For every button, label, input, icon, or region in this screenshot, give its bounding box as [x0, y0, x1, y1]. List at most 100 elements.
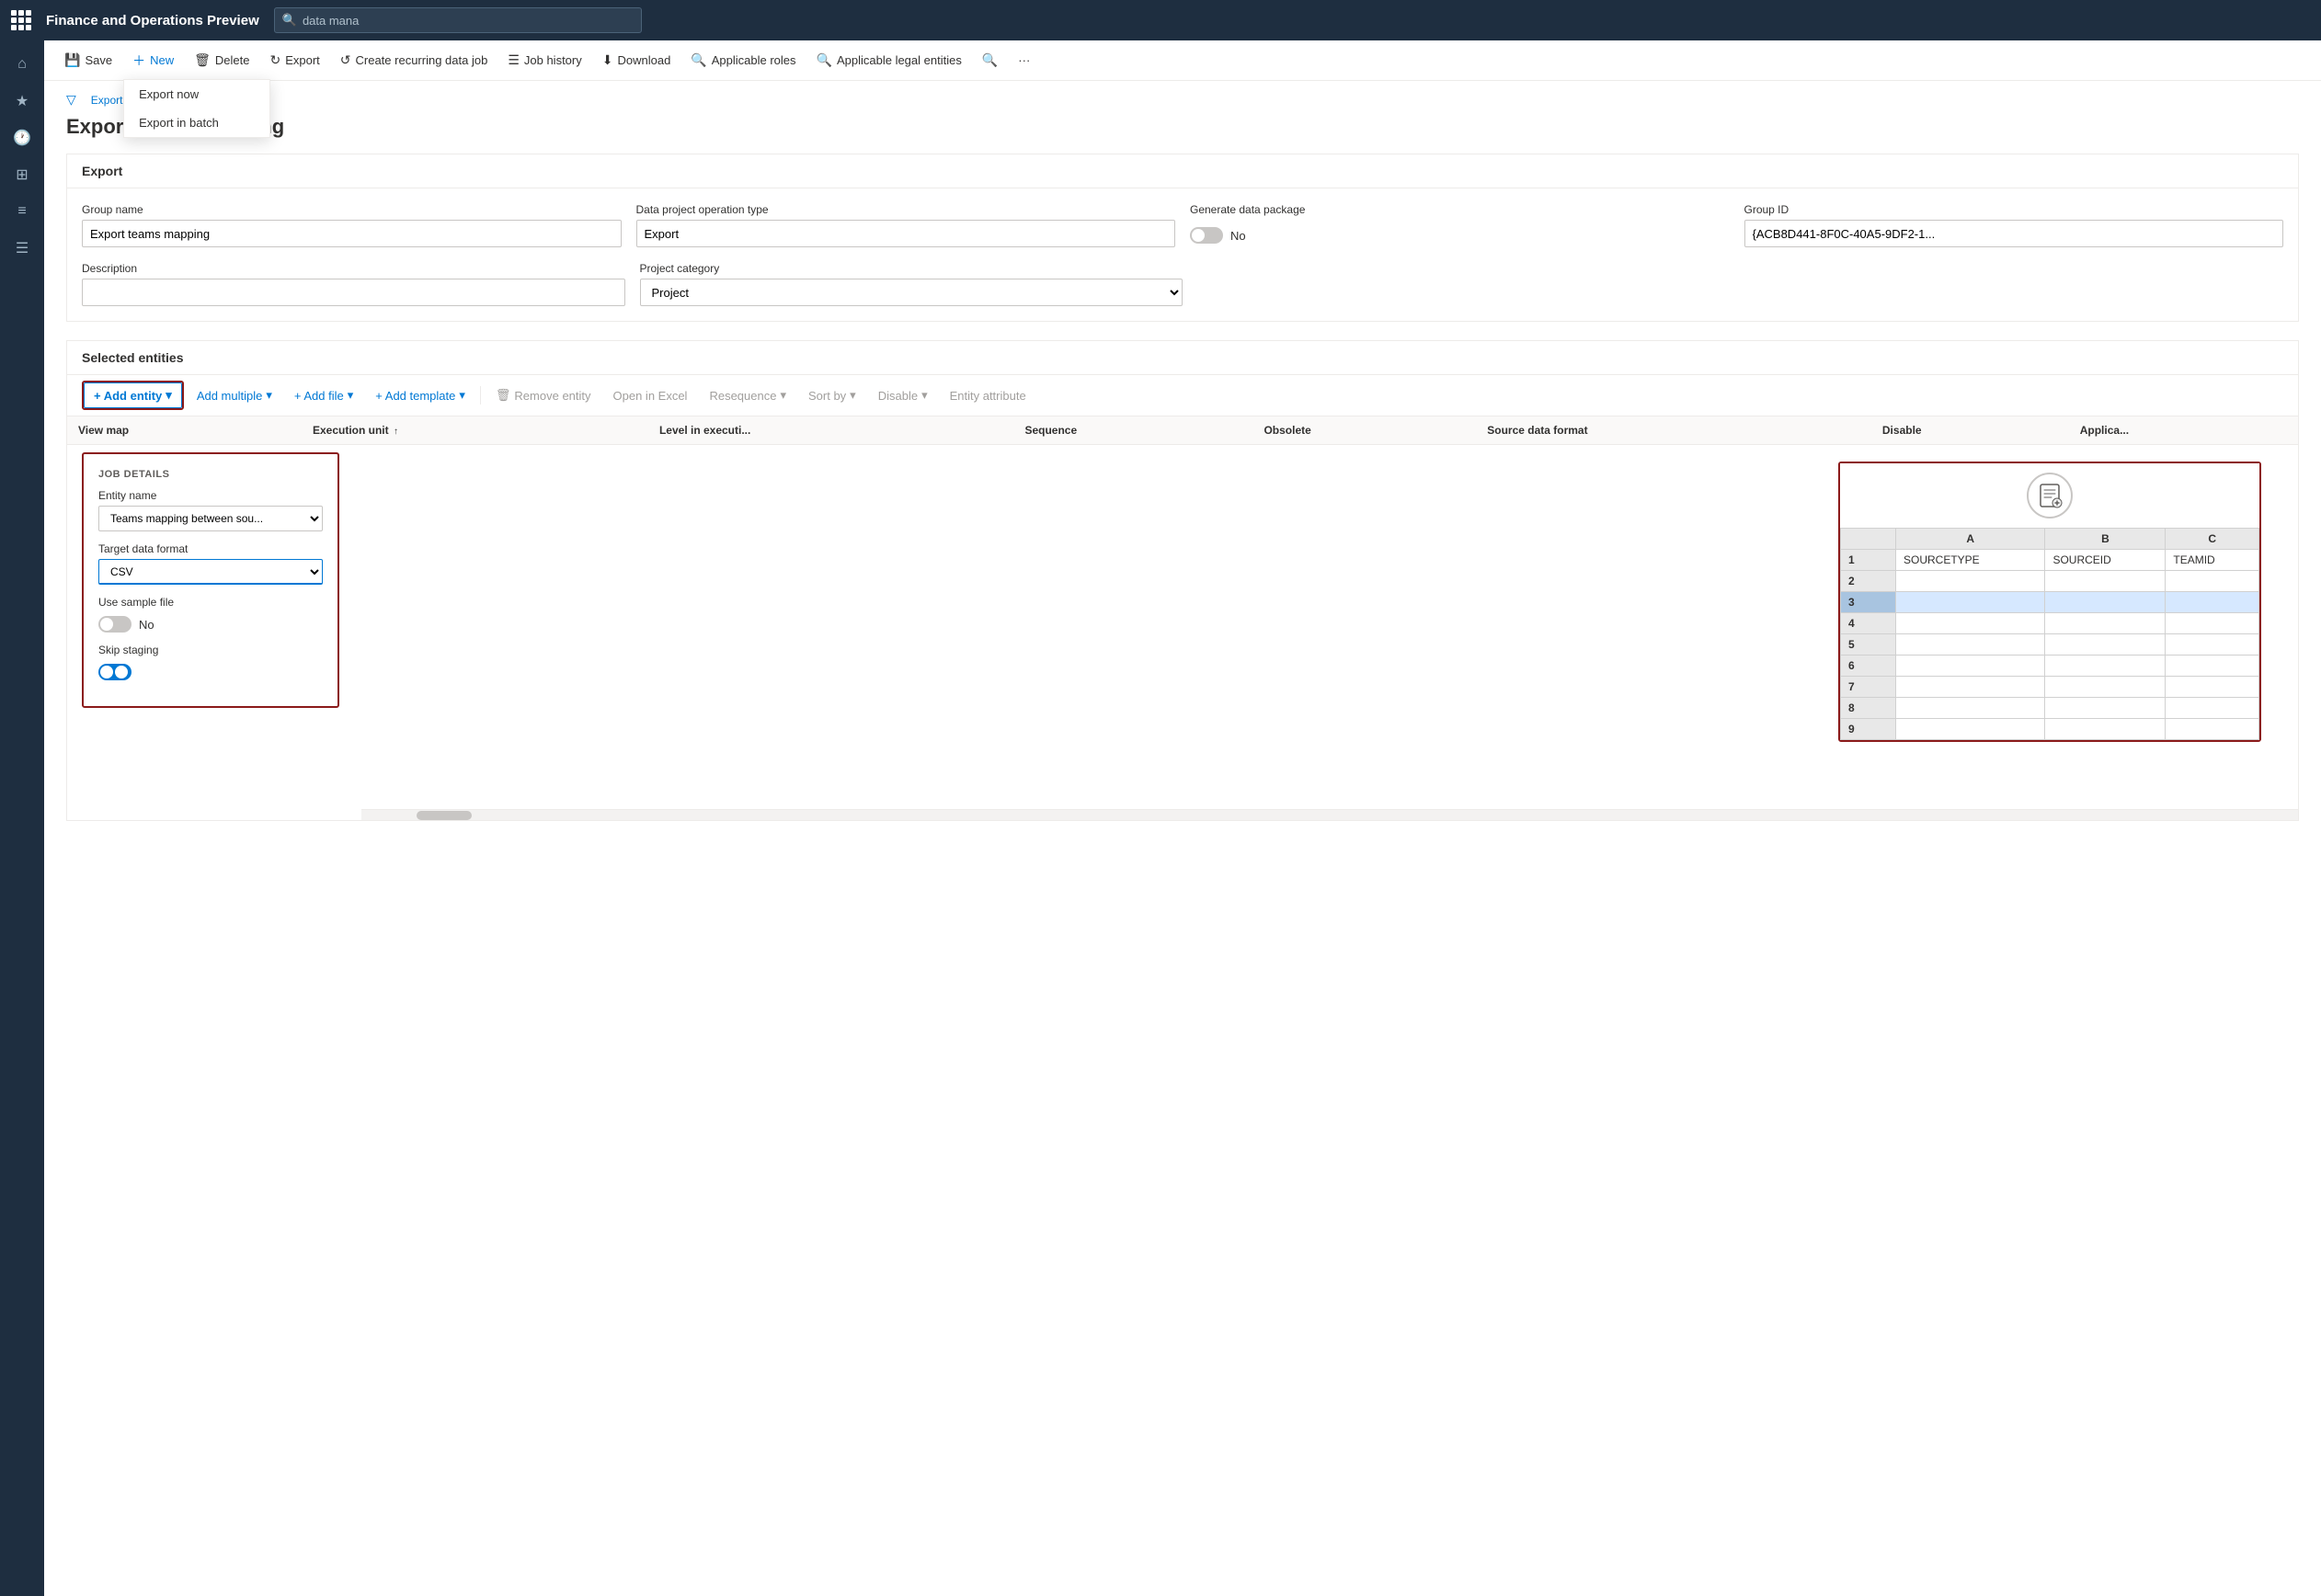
sidebar-grid-icon[interactable]: ⊞	[6, 158, 39, 191]
open-excel-button[interactable]: Open in Excel	[604, 384, 697, 407]
generate-pkg-label: Generate data package	[1190, 203, 1730, 216]
command-bar: 💾 Save ＋ New Export now Export in batch …	[44, 40, 2321, 81]
col-view-map[interactable]: View map	[67, 416, 302, 445]
download-button[interactable]: ⬇ Download	[593, 47, 680, 74]
excel-row-1: 1 SOURCETYPE SOURCEID TEAMID	[1841, 550, 2259, 571]
app-title: Finance and Operations Preview	[46, 13, 259, 28]
add-template-button[interactable]: + Add template ▾	[366, 383, 474, 407]
excel-col-a: A	[1896, 529, 2045, 550]
use-sample-toggle[interactable]	[98, 616, 131, 633]
data-project-group: Data project operation type	[636, 203, 1176, 247]
breadcrumb-export[interactable]: Export	[91, 94, 123, 107]
more-button[interactable]: ···	[1009, 48, 1039, 73]
export-button[interactable]: ↻ Export	[260, 47, 328, 74]
add-file-button[interactable]: + Add file ▾	[285, 383, 362, 407]
excel-preview: A B C 1 SOURCETYPE SOURCEID TEAMID	[1838, 462, 2261, 742]
col-sequence[interactable]: Sequence	[1013, 416, 1252, 445]
excel-cell-a4	[1896, 613, 2045, 634]
group-name-group: Group name	[82, 203, 622, 247]
description-input[interactable]	[82, 279, 625, 306]
excel-row-4: 4	[1841, 613, 2259, 634]
use-sample-group: Use sample file No	[98, 596, 323, 633]
excel-row-2: 2	[1841, 571, 2259, 592]
entity-name-select[interactable]: Teams mapping between sou...	[98, 506, 323, 531]
add-entity-button[interactable]: + Add entity ▾	[84, 382, 182, 408]
top-bar: Finance and Operations Preview 🔍 data ma…	[0, 0, 2321, 40]
group-name-input[interactable]	[82, 220, 622, 247]
sidebar-home-icon[interactable]: ⌂	[6, 48, 39, 81]
remove-entity-button[interactable]: 🗑 Remove entity	[486, 383, 600, 407]
skip-staging-toggle[interactable]	[98, 664, 131, 680]
disable-chevron-icon: ▾	[921, 388, 928, 403]
excel-cell-a3	[1896, 592, 2045, 613]
excel-file-icon	[2027, 473, 2073, 519]
applicable-legal-button[interactable]: 🔍 Applicable legal entities	[807, 47, 971, 74]
data-project-input[interactable]	[636, 220, 1176, 247]
col-level-in-execution[interactable]: Level in executi...	[648, 416, 1013, 445]
new-dropdown: Export now Export in batch	[123, 79, 270, 138]
target-format-group: Target data format CSV Excel XML	[98, 542, 323, 585]
excel-cell-b4	[2045, 613, 2166, 634]
add-entity-highlight: + Add entity ▾	[82, 381, 184, 410]
save-button[interactable]: 💾 Save	[55, 47, 121, 74]
export-in-batch-item[interactable]: Export in batch	[124, 108, 269, 137]
job-history-button[interactable]: ☰ Job history	[498, 47, 590, 74]
target-format-select[interactable]: CSV Excel XML	[98, 559, 323, 585]
excel-col-b: B	[2045, 529, 2166, 550]
col-applicable[interactable]: Applica...	[2069, 416, 2298, 445]
project-category-label: Project category	[640, 262, 1183, 275]
new-button[interactable]: ＋ New	[123, 46, 183, 75]
export-now-item[interactable]: Export now	[124, 80, 269, 108]
save-icon: 💾	[64, 52, 80, 68]
excel-cell-c3	[2166, 592, 2259, 613]
download-icon: ⬇	[602, 52, 613, 68]
filter-icon[interactable]: ▽	[66, 92, 76, 108]
project-category-select[interactable]: Project Default Custom	[640, 279, 1183, 306]
excel-cell-c1: TEAMID	[2166, 550, 2259, 571]
excel-grid: A B C 1 SOURCETYPE SOURCEID TEAMID	[1840, 528, 2259, 740]
generate-pkg-toggle[interactable]	[1190, 227, 1223, 244]
panel-section-title: JOB DETAILS	[98, 469, 323, 480]
col-disable[interactable]: Disable	[1871, 416, 2069, 445]
applicable-roles-button[interactable]: 🔍 Applicable roles	[681, 47, 805, 74]
excel-row-7: 7	[1841, 677, 2259, 698]
entity-attribute-button[interactable]: Entity attribute	[941, 384, 1035, 407]
horizontal-scrollbar[interactable]	[361, 809, 2298, 820]
search-button[interactable]: 🔍	[973, 47, 1007, 74]
excel-cell-a2	[1896, 571, 2045, 592]
export-section-body: Group name Data project operation type G…	[67, 188, 2298, 321]
table-header-row: View map Execution unit ↑ Level in execu…	[67, 416, 2298, 445]
excel-cell-c5	[2166, 634, 2259, 656]
excel-row-5: 5	[1841, 634, 2259, 656]
group-id-input[interactable]	[1744, 220, 2284, 247]
group-name-label: Group name	[82, 203, 622, 216]
search-bar[interactable]: 🔍 data mana	[274, 7, 642, 33]
excel-cell-b7	[2045, 677, 2166, 698]
resequence-button[interactable]: Resequence ▾	[700, 383, 795, 407]
sidebar-star-icon[interactable]: ★	[6, 85, 39, 118]
excel-cell-c2	[2166, 571, 2259, 592]
excel-col-header-row: A B C	[1841, 529, 2259, 550]
sidebar-list-icon[interactable]: ☰	[6, 232, 39, 265]
excel-row-6: 6	[1841, 656, 2259, 677]
delete-button[interactable]: 🗑 Delete	[185, 47, 258, 74]
entity-name-group: Entity name Teams mapping between sou...	[98, 489, 323, 531]
add-multiple-button[interactable]: Add multiple ▾	[188, 383, 281, 407]
export-icon: ↻	[269, 52, 280, 68]
sidebar-recent-icon[interactable]: 🕐	[6, 121, 39, 154]
sort-by-button[interactable]: Sort by ▾	[799, 383, 865, 407]
sidebar: ⌂ ★ 🕐 ⊞ ≡ ☰	[0, 40, 44, 1596]
export-section-header: Export	[67, 154, 2298, 188]
more-icon: ···	[1018, 53, 1030, 67]
disable-button[interactable]: Disable ▾	[869, 383, 937, 407]
col-source-data-format[interactable]: Source data format	[1476, 416, 1871, 445]
recurring-button[interactable]: ↺ Create recurring data job	[331, 47, 497, 74]
col-execution-unit[interactable]: Execution unit ↑	[302, 416, 648, 445]
waffle-icon[interactable]	[11, 10, 31, 30]
data-project-label: Data project operation type	[636, 203, 1176, 216]
sidebar-menu-icon[interactable]: ≡	[6, 195, 39, 228]
excel-cell-b5	[2045, 634, 2166, 656]
excel-cell-a5	[1896, 634, 2045, 656]
col-obsolete[interactable]: Obsolete	[1252, 416, 1476, 445]
description-group: Description	[82, 262, 625, 306]
